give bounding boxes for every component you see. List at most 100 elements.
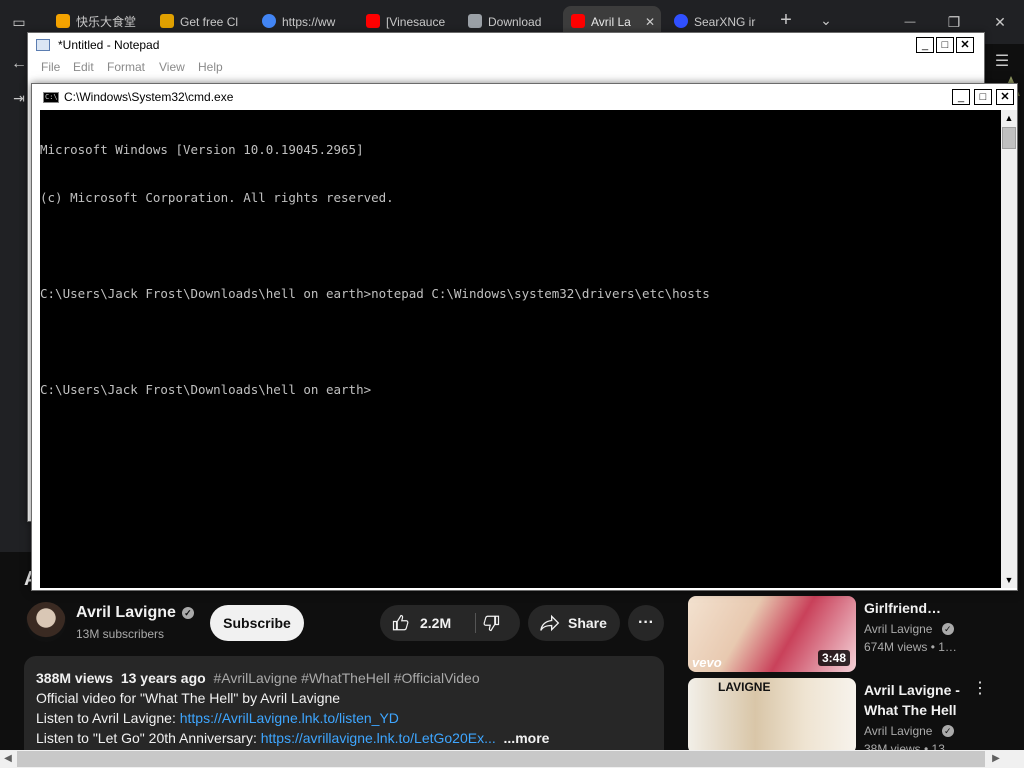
description-line-2-prefix: Listen to Avril Lavigne: [36,710,180,726]
cmd-titlebar[interactable]: C:\ C:\Windows\System32\cmd.exe _ □ ✕ [32,84,1017,110]
console-line: (c) Microsoft Corporation. All rights re… [40,190,394,205]
cmd-vertical-scrollbar[interactable]: ▲ ▼ [1001,110,1017,588]
verified-icon: ✓ [181,607,194,619]
download-icon [468,14,482,28]
browser-close-button[interactable]: ✕ [990,14,1010,30]
channel-avatar[interactable] [26,602,66,642]
related-channel[interactable]: Avril Lavigne ✓ [864,724,954,738]
related-channel-name: Avril Lavigne [864,724,933,738]
sign-in-icon[interactable]: ⇥ [10,90,28,106]
listen-link[interactable]: https://AvrilLavigne.lnk.to/listen_YD [180,710,399,726]
tab-label: SearXNG ir [694,15,756,29]
new-tab-button[interactable]: + [776,10,796,30]
browser-menu-icon[interactable]: ☰ [992,54,1012,70]
menu-view[interactable]: View [159,57,185,77]
related-video-1[interactable]: vevo 3:48 Girlfriend… Avril Lavigne ✓ 67… [688,596,1024,676]
menu-help[interactable]: Help [198,57,223,77]
tab-label: [Vinesauce [386,15,446,29]
related-title[interactable]: Avril Lavigne - What The Hell [864,680,964,720]
show-more-link[interactable]: ...more [504,730,550,746]
lavigne-badge: LAVIGNE [718,680,771,694]
tab-label: 快乐大食堂 [76,15,137,29]
console-line: Microsoft Windows [Version 10.0.19045.29… [40,142,364,157]
description-meta: 388M views 13 years ago #AvrilLavigne #W… [36,668,652,688]
more-options-icon[interactable]: ⋮ [972,678,988,698]
channel-name-text: Avril Lavigne [76,604,176,621]
share-label: Share [568,615,607,631]
google-icon [262,14,276,28]
scroll-left-arrow[interactable]: ◀ [0,751,16,767]
tab-favicon [160,14,174,28]
tab-favicon [56,14,70,28]
youtube-icon [366,14,380,28]
console-line: C:\Users\Jack Frost\Downloads\hell on ea… [40,286,710,301]
notepad-title: *Untitled - Notepad [58,38,160,52]
console-line: C:\Users\Jack Frost\Downloads\hell on ea… [40,382,372,397]
cmd-window[interactable]: C:\ C:\Windows\System32\cmd.exe _ □ ✕ Mi… [31,83,1018,591]
scrollbar-thumb[interactable] [1002,127,1016,149]
tab-label: https://ww [282,15,336,29]
tab-label: Avril La [591,15,631,29]
cmd-icon: C:\ [43,92,59,103]
scroll-up-arrow[interactable]: ▲ [1001,110,1017,126]
related-video-2[interactable]: LAVIGNE Avril Lavigne - What The Hell ⋮ … [688,678,1024,758]
tab-label: Download [488,15,542,29]
related-thumbnail[interactable]: vevo 3:48 [688,596,856,672]
browser-minimize-button[interactable]: — [900,14,920,30]
like-dislike-group: 2.2M [380,605,520,641]
notepad-close-button[interactable]: ✕ [956,37,974,53]
browser-restore-button[interactable]: ❐ [944,14,964,30]
menu-format[interactable]: Format [107,57,145,77]
like-divider [475,613,476,633]
verified-icon: ✓ [941,623,954,635]
menu-file[interactable]: File [41,57,60,77]
related-channel[interactable]: Avril Lavigne ✓ [864,622,954,636]
searxng-icon [674,14,688,28]
related-title[interactable]: Girlfriend… [864,598,984,618]
description-line-3: Listen to "Let Go" 20th Anniversary: htt… [36,728,652,748]
cmd-title: C:\Windows\System32\cmd.exe [64,90,234,104]
tab-list-button[interactable]: ⌄ [816,12,836,28]
tab-label: Get free Cl [180,15,239,29]
console-output[interactable]: Microsoft Windows [Version 10.0.19045.29… [40,110,1001,588]
notepad-minimize-button[interactable]: _ [916,37,934,53]
related-views: 674M views • 1… [864,640,957,654]
youtube-icon [571,14,585,28]
description-line-2: Listen to Avril Lavigne: https://AvrilLa… [36,708,652,728]
related-channel-name: Avril Lavigne [864,622,933,636]
more-actions-button[interactable]: ··· [628,605,664,641]
cmd-close-button[interactable]: ✕ [996,89,1014,105]
cmd-maximize-button[interactable]: □ [974,89,992,105]
hashtags[interactable]: #AvrilLavigne #WhatTheHell #OfficialVide… [213,670,479,686]
notepad-icon [36,39,50,51]
notepad-menubar: File Edit Format View Help [28,57,984,77]
scroll-down-arrow[interactable]: ▼ [1001,572,1017,588]
share-icon [540,614,560,632]
notepad-titlebar[interactable]: *Untitled - Notepad _ □ ✕ [28,33,984,57]
upload-age: 13 years ago [120,670,206,686]
let-go-link[interactable]: https://avrillavigne.lnk.to/LetGo20Ex... [261,730,496,746]
cmd-minimize-button[interactable]: _ [952,89,970,105]
thumbs-down-icon[interactable] [482,614,500,632]
description-line-3-prefix: Listen to "Let Go" 20th Anniversary: [36,730,261,746]
scrollbar-thumb[interactable] [17,751,985,767]
vevo-badge: vevo [692,655,722,670]
video-duration: 3:48 [817,650,850,666]
related-thumbnail[interactable]: LAVIGNE [688,678,856,754]
subscribe-button[interactable]: Subscribe [210,605,304,641]
verified-icon: ✓ [941,725,954,737]
horizontal-scrollbar[interactable]: ◀ ▶ [0,750,1024,768]
thumbs-up-icon[interactable] [392,614,410,632]
like-count[interactable]: 2.2M [420,605,451,641]
back-arrow-icon[interactable]: ← [10,56,28,72]
subscriber-count: 13M subscribers [76,627,165,641]
notepad-maximize-button[interactable]: □ [936,37,954,53]
menu-edit[interactable]: Edit [73,57,94,77]
scroll-right-arrow[interactable]: ▶ [988,751,1004,767]
description-line-1: Official video for "What The Hell" by Av… [36,690,341,706]
channel-name[interactable]: Avril Lavigne ✓ [76,604,194,622]
view-count: 388M views [36,670,114,686]
share-button[interactable]: Share [528,605,620,641]
